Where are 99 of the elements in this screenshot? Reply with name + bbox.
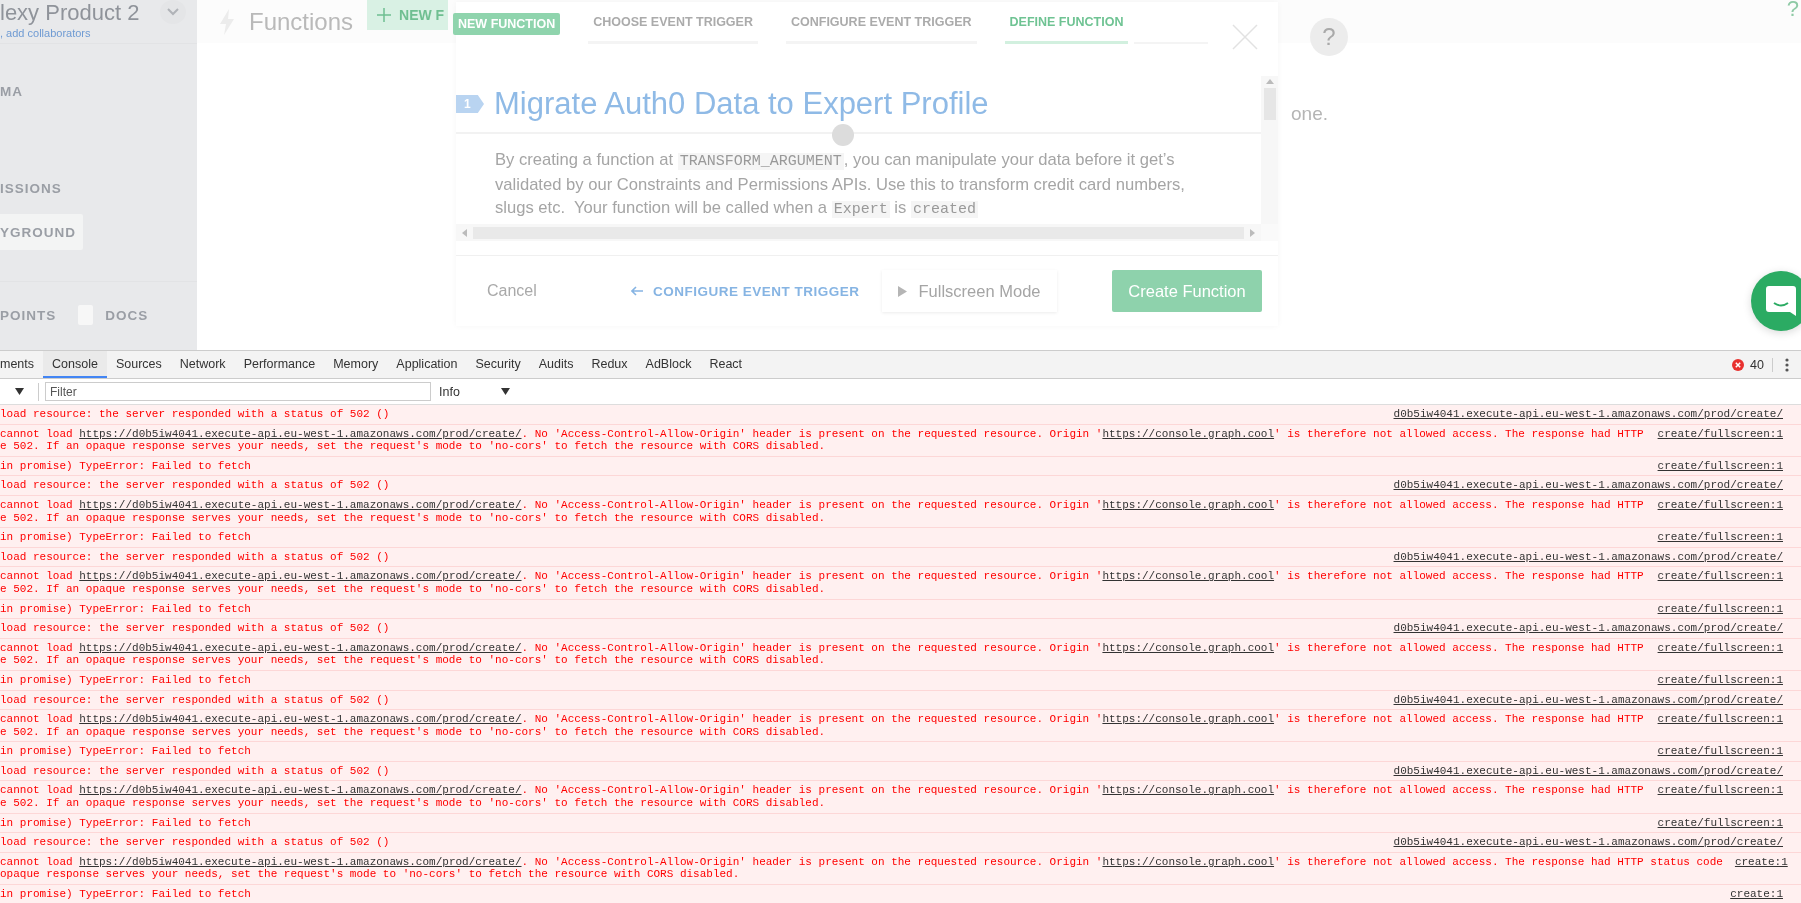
- error-message: load resource: the server responded with a status of 502 (): [0, 479, 391, 492]
- play-icon: [897, 285, 907, 297]
- source-link[interactable]: create/fullscreen:1: [1657, 784, 1783, 810]
- url-link[interactable]: https://d0b5iw4041.execute-api.eu-west-1.amazonaws.com/prod/create/: [79, 641, 522, 654]
- scroll-right-icon[interactable]: [1250, 228, 1255, 237]
- source-link[interactable]: create/fullscreen:1: [1657, 498, 1783, 525]
- devtools-tab[interactable]: Security: [466, 351, 530, 378]
- error-message: e 502. If an opaque response serves your needs, set the request's mode to 'no-cors' to fetch the resource with CORS disabled.: [0, 511, 827, 525]
- scroll-left-icon[interactable]: [462, 228, 467, 237]
- error-message: in promise) TypeError: Failed to fetch: [0, 673, 252, 687]
- error-message: cannot load https://d0b5iw4041.execute-api.eu-west-1.amazonaws.com/prod/create/. No 'Access-Control-Allow-Origin' header is present on the requested resource. Origin 'https://console.graph.cool' is therefore not allowed access. The response had HTTP status code: [0, 855, 1723, 869]
- url-link[interactable]: https://console.graph.cool: [1102, 641, 1275, 654]
- step-number: 1: [456, 95, 484, 113]
- url-link[interactable]: https://d0b5iw4041.execute-api.eu-west-1.amazonaws.com/prod/create/: [79, 498, 522, 511]
- chat-button[interactable]: [1751, 271, 1801, 331]
- error-count[interactable]: 40: [1750, 357, 1773, 372]
- devtools-tab[interactable]: Audits: [529, 351, 583, 378]
- source-link[interactable]: create/fullscreen:1: [1657, 745, 1783, 758]
- source-link[interactable]: create:1: [1734, 855, 1788, 882]
- error-message: e 502. If an opaque response serves your needs, set the request's mode to 'no-cors' to fetch the resource with CORS disabled.: [0, 440, 827, 453]
- new-function-badge: NEW FUNCTION: [453, 13, 561, 35]
- source-link[interactable]: d0b5iw4041.execute-api.eu-west-1.amazonaws.com/prod/create/: [1393, 408, 1783, 421]
- error-message: in promise) TypeError: Failed to fetch: [0, 816, 252, 830]
- error-message: load resource: the server responded with a status of 502 (): [0, 693, 391, 707]
- chevron-down-icon[interactable]: [160, 0, 186, 24]
- error-message: opaque response serves your needs, set the request's mode to 'no-cors' to fetch the resource with CORS disabled.: [0, 868, 741, 882]
- caret-icon: [15, 388, 24, 395]
- error-message: in promise) TypeError: Failed to fetch: [0, 459, 252, 473]
- error-message: in promise) TypeError: Failed to fetch: [0, 745, 252, 758]
- devtools-tab[interactable]: Sources: [106, 351, 171, 378]
- source-link[interactable]: create/fullscreen:1: [1657, 459, 1783, 473]
- error-message: load resource: the server responded with a status of 502 (): [0, 836, 391, 849]
- close-icon[interactable]: [1232, 24, 1258, 50]
- error-message: in promise) TypeError: Failed to fetch: [0, 531, 252, 544]
- error-message: cannot load https://d0b5iw4041.execute-api.eu-west-1.amazonaws.com/prod/create/. No 'Access-Control-Allow-Origin' header is present on the requested resource. Origin 'https://console.graph.cool' is therefore not allowed access. The response had HTTP: [0, 427, 1645, 441]
- caret-icon: [501, 388, 510, 395]
- error-message: cannot load https://d0b5iw4041.execute-api.eu-west-1.amazonaws.com/prod/create/. No 'Access-Control-Allow-Origin' header is present on the requested resource. Origin 'https://console.graph.cool' is therefore not allowed access. The response had HTTP: [0, 570, 1645, 583]
- filter-field[interactable]: Filter: [45, 382, 431, 401]
- error-message: load resource: the server responded with a status of 502 (): [0, 550, 391, 564]
- source-link[interactable]: create/fullscreen:1: [1657, 531, 1783, 544]
- source-link[interactable]: d0b5iw4041.execute-api.eu-west-1.amazonaws.com/prod/create/: [1393, 622, 1783, 635]
- url-link[interactable]: https://d0b5iw4041.execute-api.eu-west-1.amazonaws.com/prod/create/: [79, 784, 522, 797]
- devtools-tab[interactable]: Application: [387, 351, 467, 378]
- source-link[interactable]: d0b5iw4041.execute-api.eu-west-1.amazonaws.com/prod/create/: [1393, 693, 1783, 707]
- scroll-up-icon[interactable]: [1265, 79, 1274, 84]
- source-link[interactable]: create:1: [1730, 888, 1783, 901]
- url-link[interactable]: https://d0b5iw4041.execute-api.eu-west-1.amazonaws.com/prod/create/: [79, 570, 522, 583]
- source-link[interactable]: create/fullscreen:1: [1657, 673, 1783, 687]
- arrow-left-icon: [631, 286, 643, 296]
- source-link[interactable]: create/fullscreen:1: [1657, 713, 1783, 739]
- error-icon: [1732, 358, 1745, 371]
- error-message: cannot load https://d0b5iw4041.execute-api.eu-west-1.amazonaws.com/prod/create/. No 'Access-Control-Allow-Origin' header is present on the requested resource. Origin 'https://console.graph.cool' is therefore not allowed access. The response had HTTP: [0, 641, 1645, 655]
- error-message: load resource: the server responded with a status of 502 (): [0, 408, 391, 421]
- more-menu-icon[interactable]: [1785, 357, 1789, 372]
- source-link[interactable]: d0b5iw4041.execute-api.eu-west-1.amazonaws.com/prod/create/: [1393, 836, 1783, 849]
- function-title: Migrate Auth0 Data to Expert Profile: [494, 86, 989, 122]
- url-link[interactable]: https://console.graph.cool: [1102, 713, 1275, 726]
- error-message: e 502. If an opaque response serves your needs, set the request's mode to 'no-cors' to fetch the resource with CORS disabled.: [0, 582, 827, 596]
- error-message: load resource: the server responded with a status of 502 (): [0, 764, 391, 778]
- error-message: in promise) TypeError: Failed to fetch: [0, 602, 252, 616]
- url-link[interactable]: https://d0b5iw4041.execute-api.eu-west-1.amazonaws.com/prod/create/: [79, 427, 522, 440]
- error-message: cannot load https://d0b5iw4041.execute-api.eu-west-1.amazonaws.com/prod/create/. No 'Access-Control-Allow-Origin' header is present on the requested resource. Origin 'https://console.graph.cool' is therefore not allowed access. The response had HTTP: [0, 784, 1645, 798]
- error-message: e 502. If an opaque response serves your needs, set the request's mode to 'no-cors' to fetch the resource with CORS disabled.: [0, 654, 827, 667]
- url-link[interactable]: https://d0b5iw4041.execute-api.eu-west-1.amazonaws.com/prod/create/: [79, 855, 522, 868]
- source-link[interactable]: create/fullscreen:1: [1657, 427, 1783, 453]
- error-message: cannot load https://d0b5iw4041.execute-api.eu-west-1.amazonaws.com/prod/create/. No 'Access-Control-Allow-Origin' header is present on the requested resource. Origin 'https://console.graph.cool' is therefore not allowed access. The response had HTTP: [0, 713, 1645, 726]
- devtools-tab[interactable]: Performance: [234, 351, 325, 378]
- project-name: lexy Product 2: [0, 0, 140, 26]
- source-link[interactable]: create/fullscreen:1: [1657, 641, 1783, 667]
- log-level-select[interactable]: Info: [439, 384, 501, 399]
- source-link[interactable]: d0b5iw4041.execute-api.eu-west-1.amazonaws.com/prod/create/: [1393, 479, 1783, 492]
- url-link[interactable]: https://console.graph.cool: [1102, 427, 1275, 440]
- url-link[interactable]: https://console.graph.cool: [1102, 855, 1275, 868]
- source-link[interactable]: create/fullscreen:1: [1657, 602, 1783, 616]
- devtools-tab[interactable]: Network: [170, 351, 235, 378]
- devtools-tab[interactable]: Console: [43, 351, 107, 378]
- devtools-tab[interactable]: Redux: [582, 351, 637, 378]
- function-description: By creating a function at TRANSFORM_ARGUMENT, you can manipulate your data before it get’s validated by our Constraints and Permissions APIs. Use this to transform credit card numbers, slugs etc. Your function will be called when a Expert is created: [494, 149, 1186, 220]
- source-link[interactable]: create/fullscreen:1: [1657, 816, 1783, 830]
- error-message: e 502. If an opaque response serves your needs, set the request's mode to 'no-cors' to fetch the resource with CORS disabled.: [0, 725, 827, 739]
- error-message: e 502. If an opaque response serves your needs, set the request's mode to 'no-cors' to fetch the resource with CORS disabled.: [0, 797, 827, 810]
- url-link[interactable]: https://console.graph.cool: [1102, 570, 1275, 583]
- chat-bubble-icon: [1766, 286, 1796, 316]
- source-link[interactable]: d0b5iw4041.execute-api.eu-west-1.amazonaws.com/prod/create/: [1393, 764, 1783, 778]
- page-title: Functions: [249, 7, 354, 36]
- empty-state-text: one.: [1291, 103, 1328, 125]
- url-link[interactable]: https://console.graph.cool: [1102, 784, 1275, 797]
- devtools-tab[interactable]: ments: [0, 351, 44, 378]
- source-link[interactable]: create/fullscreen:1: [1657, 570, 1783, 596]
- devtools-tab[interactable]: React: [700, 351, 752, 378]
- url-link[interactable]: https://d0b5iw4041.execute-api.eu-west-1.amazonaws.com/prod/create/: [79, 713, 522, 726]
- source-link[interactable]: d0b5iw4041.execute-api.eu-west-1.amazonaws.com/prod/create/: [1393, 550, 1783, 564]
- devtools-tab[interactable]: AdBlock: [636, 351, 701, 378]
- error-message: cannot load https://d0b5iw4041.execute-api.eu-west-1.amazonaws.com/prod/create/. No 'Access-Control-Allow-Origin' header is present on the requested resource. Origin 'https://console.graph.cool' is therefore not allowed access. The response had HTTP: [0, 498, 1645, 512]
- plus-icon: [377, 8, 392, 22]
- error-message: in promise) TypeError: Failed to fetch: [0, 888, 252, 901]
- error-message: load resource: the server responded with a status of 502 (): [0, 622, 391, 635]
- devtools-tab[interactable]: Memory: [324, 351, 388, 378]
- url-link[interactable]: https://console.graph.cool: [1102, 498, 1275, 511]
